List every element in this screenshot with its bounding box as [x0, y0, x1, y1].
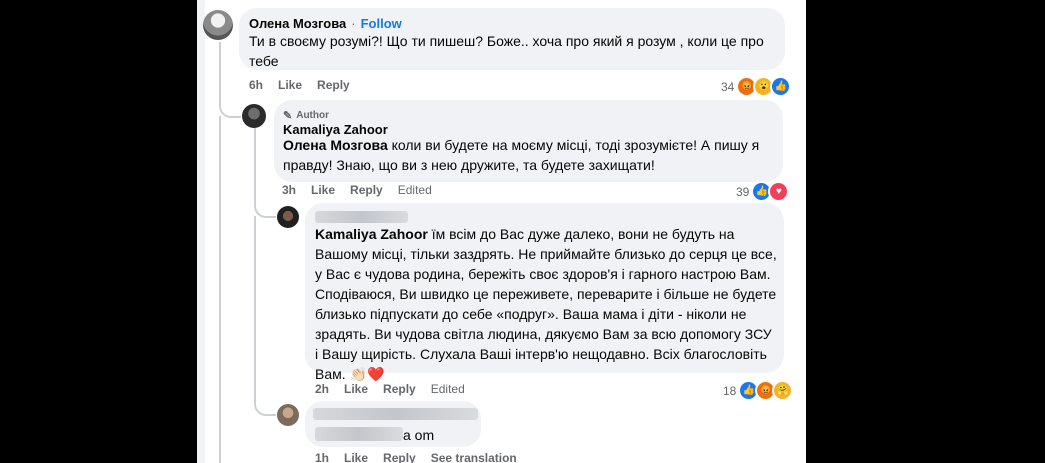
reply-button[interactable]: Reply: [317, 78, 350, 92]
comment-bubble: Kamaliya Zahoor їм всім до Вас дуже дале…: [305, 203, 784, 382]
thread-line: [254, 216, 276, 416]
mention-link[interactable]: Олена Мозгова: [283, 137, 388, 153]
comment-text: Ти в своєму розумі?! Що ти пишеш? Боже..…: [249, 33, 764, 69]
comment-bubble: Олена Мозгова · Follow Ти в своєму розум…: [239, 8, 785, 70]
comment-actions: 6h Like Reply: [249, 78, 350, 92]
comment-actions: 1h Like Reply See translation: [315, 451, 517, 463]
avatar[interactable]: [277, 404, 299, 426]
thread-line: [254, 128, 276, 218]
comment-text: a om: [403, 427, 435, 443]
hidden-author-name: [315, 211, 408, 223]
reply-button[interactable]: Reply: [383, 382, 416, 396]
comment-bubble: ✎ Author Kamaliya Zahoor Олена Мозгова к…: [274, 100, 783, 182]
comment-bubble: a om: [305, 401, 481, 447]
reaction-count: 39: [736, 184, 750, 199]
hidden-author-name: [313, 408, 478, 420]
avatar[interactable]: [203, 10, 233, 40]
reaction-summary[interactable]: 18 👍 😡 🤗: [723, 380, 794, 401]
reply-button[interactable]: Reply: [350, 183, 383, 197]
reaction-count: 34: [721, 79, 735, 94]
love-reaction-icon: ♥: [768, 181, 790, 202]
comment-text: Олена Мозгова коли ви будете на моєму мі…: [283, 135, 773, 175]
comment-time[interactable]: 1h: [315, 451, 329, 463]
like-button[interactable]: Like: [344, 451, 368, 463]
like-button[interactable]: Like: [278, 78, 302, 92]
reaction-summary[interactable]: 34 😡 😮 👍: [721, 76, 792, 97]
comment-panel: Олена Мозгова · Follow Ти в своєму розум…: [197, 0, 806, 463]
comment-time[interactable]: 3h: [282, 183, 296, 197]
comment-time[interactable]: 2h: [315, 382, 329, 396]
reaction-count: 18: [723, 383, 737, 398]
left-edge-strip: [197, 0, 205, 463]
reaction-summary[interactable]: 39 👍 ♥: [736, 181, 790, 202]
care-reaction-icon: 🤗: [772, 380, 794, 401]
comment-actions: 2h Like Reply Edited: [315, 382, 465, 396]
hidden-comment-text: [315, 427, 403, 441]
reply-button[interactable]: Reply: [383, 451, 416, 463]
edited-label: Edited: [397, 183, 432, 197]
like-button[interactable]: Like: [344, 382, 368, 396]
like-button[interactable]: Like: [311, 183, 335, 197]
like-reaction-icon: 👍: [770, 76, 792, 97]
comment-time[interactable]: 6h: [249, 78, 263, 92]
see-translation-link[interactable]: See translation: [431, 451, 517, 463]
mention-link[interactable]: Kamaliya Zahoor: [315, 226, 428, 242]
thread-line: [219, 42, 241, 118]
thread-line: [219, 116, 221, 463]
comment-body: їм всім до Вас дуже далеко, вони не буду…: [315, 226, 777, 382]
edited-label: Edited: [430, 382, 465, 396]
emoji: 👏🏻❤️: [349, 366, 385, 382]
comment-actions: 3h Like Reply Edited: [282, 183, 432, 197]
avatar[interactable]: [242, 104, 266, 128]
avatar[interactable]: [277, 206, 299, 228]
comment-text: Kamaliya Zahoor їм всім до Вас дуже дале…: [315, 224, 777, 384]
